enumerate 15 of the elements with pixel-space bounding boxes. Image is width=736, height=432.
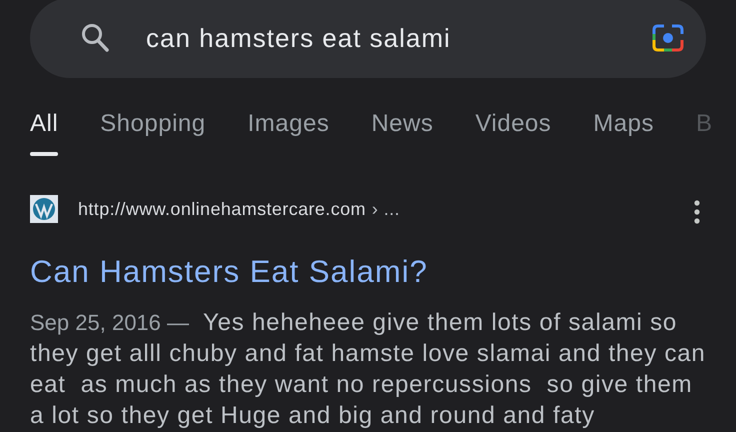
search-tab[interactable]: Images <box>248 106 330 156</box>
more-options-icon[interactable] <box>693 199 701 225</box>
result-snippet: Sep 25, 2016 — Yes heheheee give them lots of salami so they get alll chuby and fat hamste love slamai and they can eat as much as they want no repercussions so give them a lot so they get Huge and big and round and faty <box>30 308 707 431</box>
search-tab[interactable]: Shopping <box>100 106 206 156</box>
search-tab[interactable]: Videos <box>475 106 552 156</box>
url-breadcrumb: › ... <box>372 198 400 221</box>
search-query[interactable]: can hamsters eat salami <box>146 18 451 58</box>
search-icon[interactable] <box>80 22 110 54</box>
site-favicon-icon <box>30 195 58 223</box>
result-url[interactable]: http://www.onlinehamstercare.com <box>78 196 366 223</box>
search-tab[interactable]: News <box>371 106 434 156</box>
search-tab[interactable]: All <box>30 106 58 156</box>
result-title-link[interactable]: Can Hamsters Eat Salami? <box>30 249 428 296</box>
search-bar[interactable]: can hamsters eat salami <box>30 0 706 78</box>
search-tab[interactable]: Maps <box>593 106 654 156</box>
